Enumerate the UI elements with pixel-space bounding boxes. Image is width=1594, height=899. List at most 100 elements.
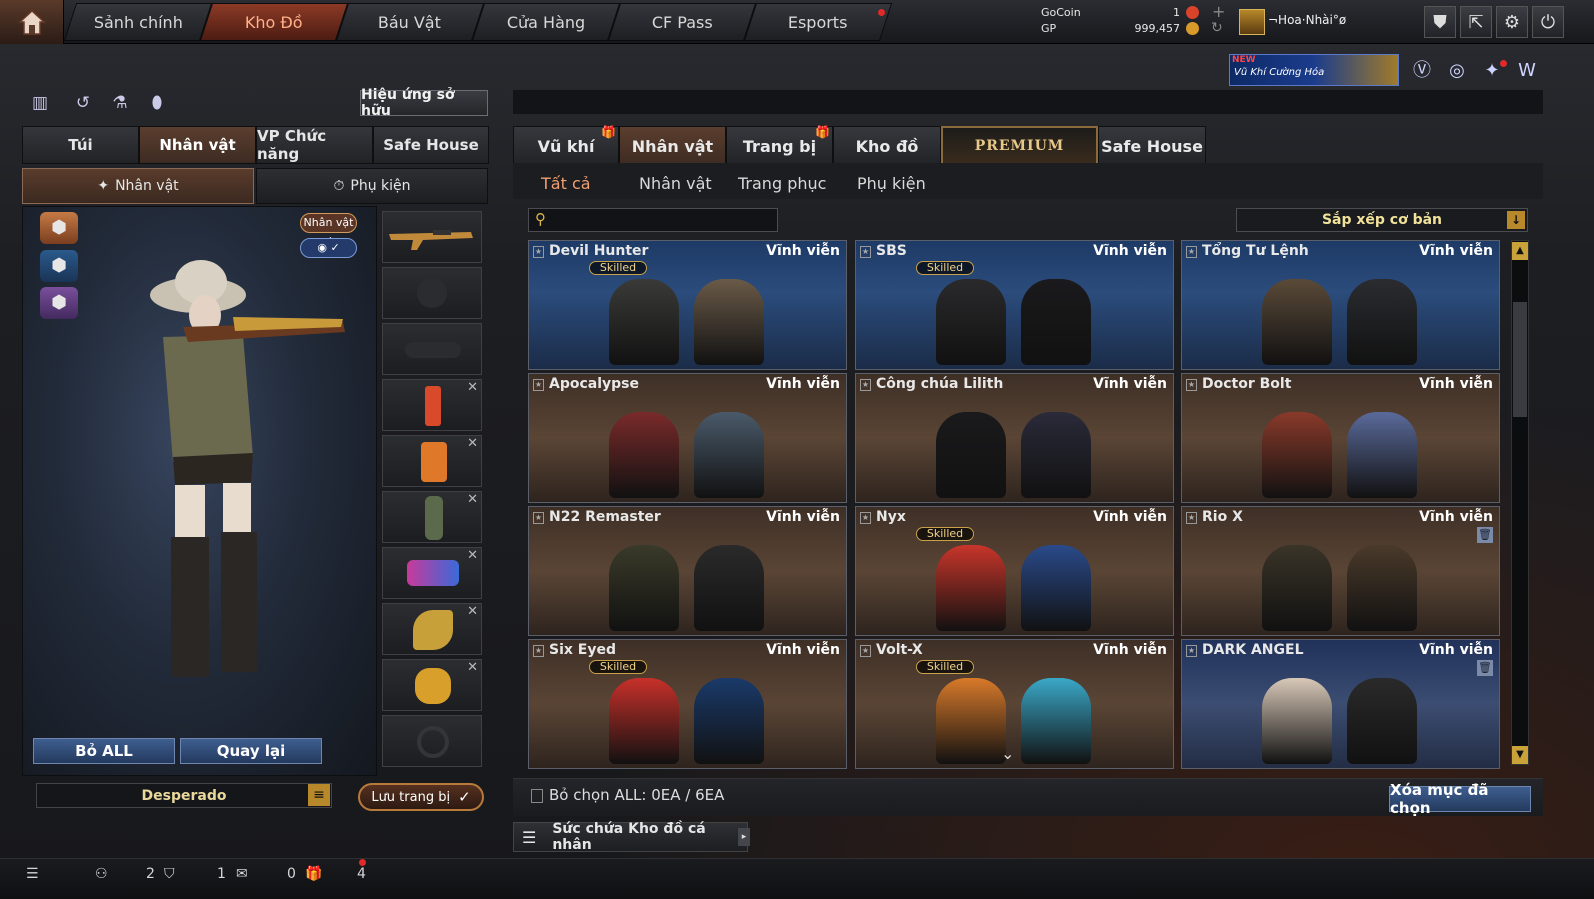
character-card[interactable]: ★ Tổng Tư Lệnh Vĩnh viễn [1181, 240, 1500, 370]
favorite-icon[interactable]: ★ [860, 379, 871, 391]
right-tab-weapons[interactable]: Vũ khí 🎁 [513, 125, 619, 166]
chat-icon[interactable]: ✉ [236, 866, 248, 882]
favorite-icon[interactable]: ★ [533, 645, 544, 657]
subtab-accessory[interactable]: ⏱ Phụ kiện [256, 168, 488, 204]
favorite-icon[interactable]: ★ [1186, 379, 1197, 391]
power-icon[interactable]: ⏻ [1532, 6, 1564, 38]
left-tab-bag[interactable]: Túi [22, 126, 139, 164]
promo-banner[interactable]: NEW Vũ Khí Cường Hóa [1229, 54, 1399, 86]
favorite-icon[interactable]: ★ [860, 645, 871, 657]
v-badge-icon[interactable]: Ⓥ [1409, 58, 1435, 84]
favorite-icon[interactable]: ★ [860, 512, 871, 524]
add-currency-icon[interactable]: + [1212, 2, 1225, 21]
visibility-toggle[interactable]: ◉ ✓ [300, 238, 357, 258]
nav-tab-esports[interactable]: Esports [743, 3, 893, 41]
character-card[interactable]: ★ Nyx Vĩnh viễn Skilled [855, 506, 1174, 636]
owned-effects-button[interactable]: Hiệu ứng sở hữu [360, 87, 488, 119]
deselect-all-label[interactable]: Bỏ chọn ALL: 0EA / 6EA [549, 786, 724, 804]
nav-tab-shop[interactable]: Cửa Hàng [471, 3, 621, 41]
character-card[interactable]: ★ Doctor Bolt Vĩnh viễn [1181, 373, 1500, 503]
clan-badge-icon[interactable]: ⛉ [164, 866, 175, 882]
scroll-down-icon[interactable]: ▼ [1512, 746, 1528, 764]
accessory-slot-5[interactable]: ✕ [382, 603, 482, 655]
close-icon[interactable]: ✕ [467, 380, 478, 395]
scrollbar-thumb[interactable] [1513, 302, 1527, 417]
left-tab-character[interactable]: Nhân vật [139, 126, 256, 164]
deselect-checkbox-icon[interactable] [531, 789, 543, 803]
history-icon[interactable]: ↺ [70, 90, 96, 116]
close-icon[interactable]: ✕ [467, 604, 478, 619]
character-slot-3-icon[interactable]: ⬢ [40, 287, 78, 319]
scroll-up-icon[interactable]: ▲ [1512, 242, 1528, 260]
nav-tab-inventory[interactable]: Kho Đồ [199, 3, 349, 41]
hat-slot[interactable] [382, 267, 482, 319]
filter-character[interactable]: Nhân vật [639, 170, 712, 196]
character-card[interactable]: ★ Six Eyed Vĩnh viễn Skilled [528, 639, 847, 769]
go-back-button[interactable]: Quay lại [180, 738, 322, 764]
gear-icon[interactable]: ⚙ [1496, 6, 1528, 38]
character-card[interactable]: ★ Công chúa Lilith Vĩnh viễn [855, 373, 1174, 503]
favorite-icon[interactable]: ★ [1186, 512, 1197, 524]
favorite-icon[interactable]: ★ [533, 379, 544, 391]
search-input[interactable]: ⚲ [528, 208, 778, 232]
character-slot-2-icon[interactable]: ⬢ [40, 250, 78, 282]
expand-chevron-icon[interactable]: ⌄ [1001, 744, 1014, 763]
refresh-icon[interactable]: ↻ [1211, 20, 1223, 36]
menu-icon[interactable]: ≡ [308, 784, 330, 806]
character-card[interactable]: ★ Apocalypse Vĩnh viễn [528, 373, 847, 503]
remove-all-button[interactable]: Bỏ ALL [33, 738, 175, 764]
gift-box-icon[interactable]: 🎁 [305, 866, 322, 882]
left-tab-functional[interactable]: VP Chức năng [256, 126, 373, 164]
friends-icon[interactable]: ⚇ [95, 866, 108, 882]
nav-tab-lobby[interactable]: Sảnh chính [63, 3, 213, 41]
home-button[interactable] [0, 0, 64, 44]
exit-room-icon[interactable]: ⇱ [1460, 6, 1492, 38]
right-tab-premium[interactable]: PREMIUM [941, 126, 1098, 166]
character-card[interactable]: ★ SBS Vĩnh viễn Skilled [855, 240, 1174, 370]
subtab-character[interactable]: ✦ Nhân vật [22, 168, 254, 204]
sort-dropdown[interactable]: Sắp xếp cơ bản ↓ [1236, 208, 1528, 232]
accessory-slot-6[interactable]: ✕ [382, 659, 482, 711]
favorite-icon[interactable]: ★ [1186, 246, 1197, 258]
character-swap-icon[interactable]: ⚗ [107, 90, 133, 116]
capacity-expand-icon[interactable]: ▸ [738, 828, 750, 846]
delete-selected-button[interactable]: Xóa mục đã chọn [1389, 781, 1531, 817]
mouse-icon[interactable]: ⬮ [144, 90, 170, 116]
character-card[interactable]: ★ DARK ANGEL Vĩnh viễn 🗑 [1181, 639, 1500, 769]
clan-icon[interactable]: ⛊ [1424, 6, 1456, 38]
w-logo-icon[interactable]: W [1514, 58, 1540, 84]
filter-all[interactable]: Tất cả [541, 170, 591, 196]
close-icon[interactable]: ✕ [467, 492, 478, 507]
character-card[interactable]: ★ Devil Hunter Vĩnh viễn Skilled [528, 240, 847, 370]
weapon-slot[interactable] [382, 211, 482, 263]
crosshair-icon[interactable]: ◎ [1444, 58, 1470, 84]
nav-tab-treasure[interactable]: Báu Vật [335, 3, 485, 41]
ranking-icon[interactable]: ▥ [27, 90, 53, 116]
right-tab-equipment[interactable]: Trang bị 🎁 [726, 125, 833, 166]
character-slot-1-icon[interactable]: ⬢ [40, 212, 78, 244]
favorite-icon[interactable]: ★ [533, 512, 544, 524]
accessory-slot-7[interactable] [382, 715, 482, 767]
character-card[interactable]: ★ Rio X Vĩnh viễn 🗑 [1181, 506, 1500, 636]
close-icon[interactable]: ✕ [467, 436, 478, 451]
accessory-slot-4[interactable]: ✕ [382, 547, 482, 599]
filter-costume[interactable]: Trang phục [738, 170, 826, 196]
close-icon[interactable]: ✕ [467, 660, 478, 675]
accessory-slot-3[interactable]: ✕ [382, 491, 482, 543]
filter-accessory[interactable]: Phụ kiện [857, 170, 926, 196]
favorite-icon[interactable]: ★ [533, 246, 544, 258]
accessory-slot-2[interactable]: ✕ [382, 435, 482, 487]
close-icon[interactable]: ✕ [467, 548, 478, 563]
list-icon[interactable]: ☰ [26, 866, 39, 882]
favorite-icon[interactable]: ★ [1186, 645, 1197, 657]
right-tab-safe-house[interactable]: Safe House [1098, 126, 1206, 166]
nav-tab-cf-pass[interactable]: CF Pass [607, 3, 757, 41]
right-tab-storage[interactable]: Kho đồ [833, 126, 941, 166]
left-tab-safe-house[interactable]: Safe House [373, 126, 489, 164]
trash-icon[interactable]: 🗑 [1477, 660, 1493, 676]
character-card[interactable]: ★ Volt-X Vĩnh viễn Skilled [855, 639, 1174, 769]
capacity-bar[interactable]: ☰ Sức chứa Kho đồ cá nhân [513, 821, 748, 853]
save-loadout-button[interactable]: Lưu trang bị ✓ [358, 783, 484, 811]
trash-icon[interactable]: 🗑 [1477, 527, 1493, 543]
accessory-slot-1[interactable]: ✕ [382, 379, 482, 431]
